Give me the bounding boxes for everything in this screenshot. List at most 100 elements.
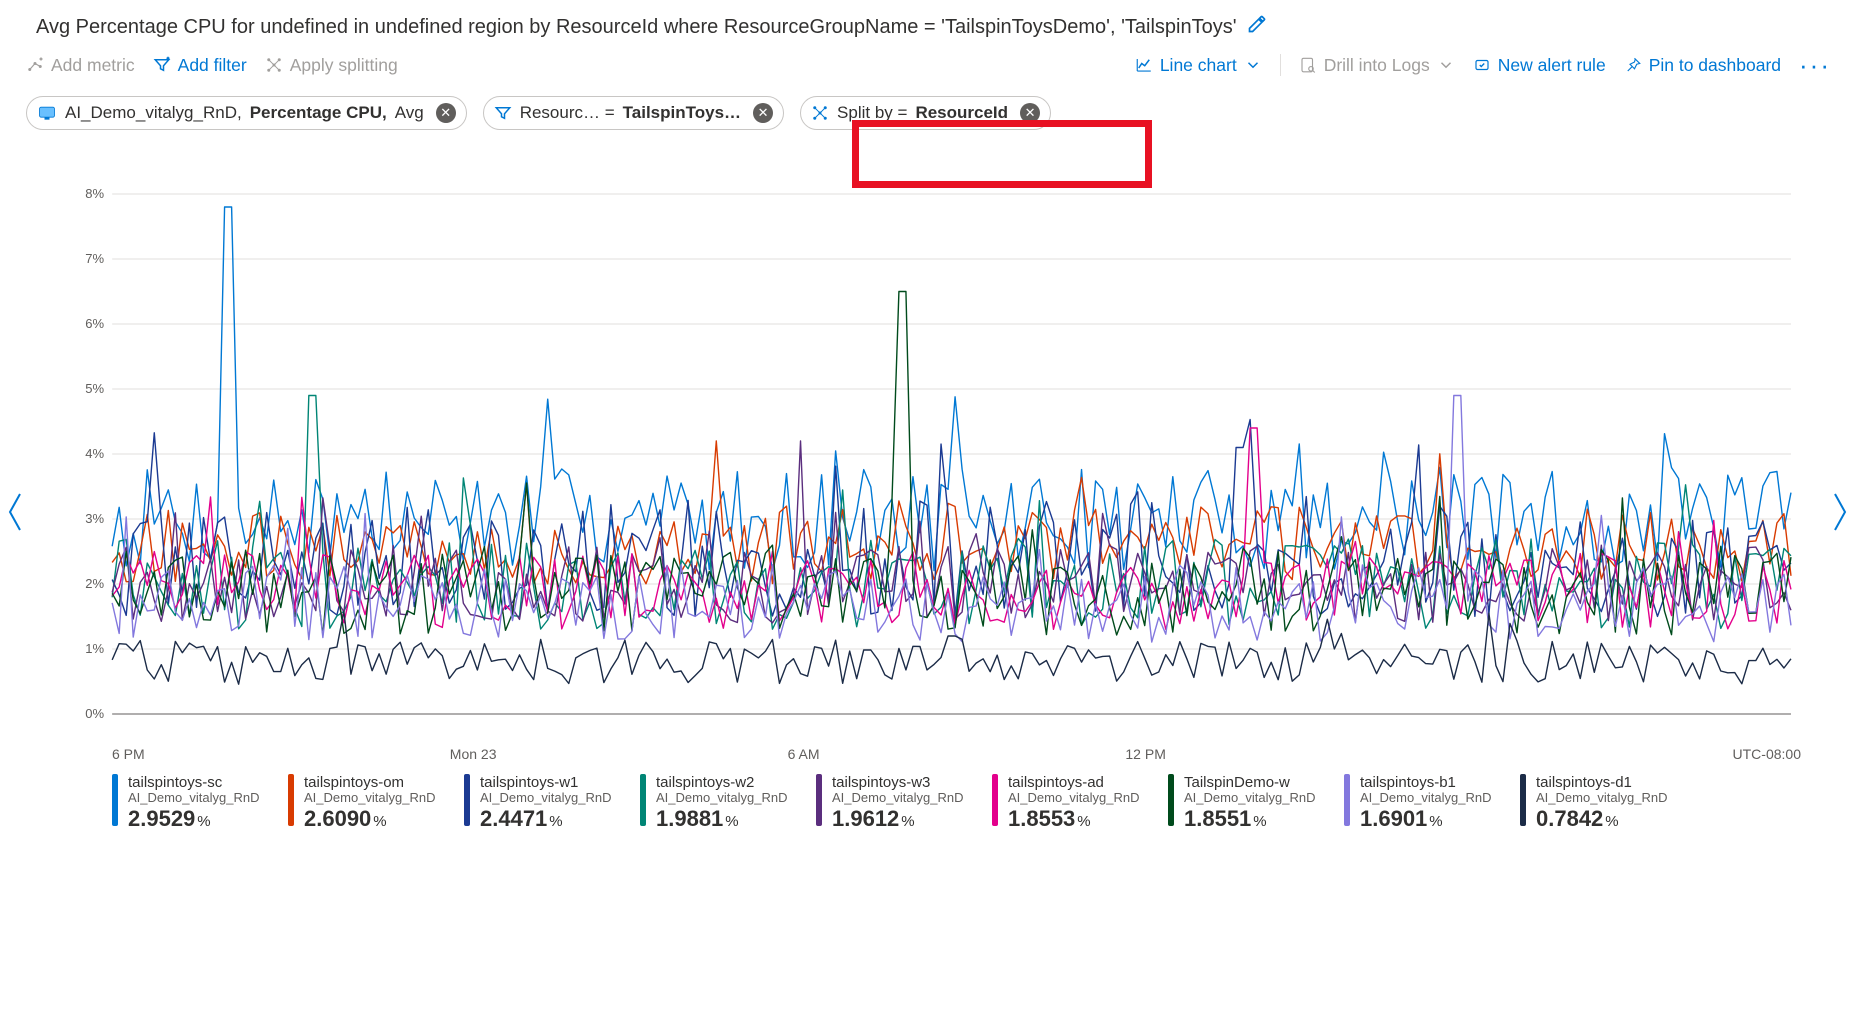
legend-series-value: 2.6090%	[304, 806, 436, 831]
pin-dashboard-button[interactable]: Pin to dashboard	[1624, 55, 1781, 76]
legend-color-swatch	[1344, 774, 1350, 826]
legend-series-name: tailspintoys-om	[304, 774, 436, 791]
next-chart-button[interactable]	[1825, 488, 1855, 536]
legend-series-value: 1.9612%	[832, 806, 964, 831]
divider	[1280, 54, 1281, 76]
svg-text:1%: 1%	[85, 641, 104, 656]
legend-series-name: tailspintoys-d1	[1536, 774, 1668, 791]
legend-item[interactable]: tailspintoys-b1AI_Demo_vitalyg_RnD1.6901…	[1344, 774, 1494, 831]
svg-text:3%: 3%	[85, 511, 104, 526]
filter-pill[interactable]: Resourc… = TailspinToys… ✕	[483, 96, 784, 130]
legend-item[interactable]: tailspintoys-omAI_Demo_vitalyg_RnD2.6090…	[288, 774, 438, 831]
legend-series-sub: AI_Demo_vitalyg_RnD	[304, 791, 436, 806]
legend-series-value: 1.6901%	[1360, 806, 1492, 831]
legend-series-sub: AI_Demo_vitalyg_RnD	[1184, 791, 1316, 806]
legend-series-name: TailspinDemo-w	[1184, 774, 1316, 791]
legend-color-swatch	[640, 774, 646, 826]
prev-chart-button[interactable]	[2, 488, 32, 536]
query-pills-row: AI_Demo_vitalyg_RnD, Percentage CPU, Avg…	[26, 86, 1831, 134]
legend-item[interactable]: tailspintoys-d1AI_Demo_vitalyg_RnD0.7842…	[1520, 774, 1670, 831]
chart-area: 0%1%2%3%4%5%6%7%8% 6 PMMon 236 AM12 PMUT…	[56, 184, 1801, 804]
apply-splitting-label: Apply splitting	[290, 55, 398, 76]
legend-series-value: 0.7842%	[1536, 806, 1668, 831]
legend-series-name: tailspintoys-w3	[832, 774, 964, 791]
pin-icon	[1624, 56, 1642, 74]
svg-text:8%: 8%	[85, 186, 104, 201]
add-metric-button[interactable]: Add metric	[26, 55, 135, 76]
legend-series-value: 1.9881%	[656, 806, 788, 831]
split-label: Split by =	[837, 103, 907, 123]
legend-color-swatch	[1520, 774, 1526, 826]
legend-series-sub: AI_Demo_vitalyg_RnD	[656, 791, 788, 806]
add-metric-icon	[26, 56, 44, 74]
svg-text:7%: 7%	[85, 251, 104, 266]
scope-icon	[37, 103, 57, 123]
legend-series-sub: AI_Demo_vitalyg_RnD	[1008, 791, 1140, 806]
x-tick: Mon 23	[450, 746, 788, 762]
drill-logs-button[interactable]: Drill into Logs	[1299, 55, 1455, 76]
remove-filter-button[interactable]: ✕	[753, 103, 773, 123]
legend-series-value: 1.8551%	[1184, 806, 1316, 831]
chart-type-dropdown[interactable]: Line chart	[1135, 55, 1262, 76]
legend-color-swatch	[1168, 774, 1174, 826]
filter-value: TailspinToys…	[623, 103, 741, 123]
split-pill[interactable]: Split by = ResourceId ✕	[800, 96, 1051, 130]
remove-metric-button[interactable]: ✕	[436, 103, 456, 123]
legend-item[interactable]: tailspintoys-w3AI_Demo_vitalyg_RnD1.9612…	[816, 774, 966, 831]
add-filter-icon	[153, 56, 171, 74]
add-filter-button[interactable]: Add filter	[153, 55, 247, 76]
legend-series-value: 1.8553%	[1008, 806, 1140, 831]
legend-series-sub: AI_Demo_vitalyg_RnD	[1360, 791, 1492, 806]
metric-pill[interactable]: AI_Demo_vitalyg_RnD, Percentage CPU, Avg…	[26, 96, 467, 130]
chevron-down-icon	[1244, 56, 1262, 74]
legend-series-name: tailspintoys-w1	[480, 774, 612, 791]
split-icon	[811, 104, 829, 122]
svg-text:2%: 2%	[85, 576, 104, 591]
legend-series-value: 2.4471%	[480, 806, 612, 831]
chart-title-row: Avg Percentage CPU for undefined in unde…	[26, 6, 1831, 48]
chart-toolbar: Add metric Add filter Apply splitting Li…	[26, 48, 1831, 86]
x-tick: UTC-08:00	[1733, 746, 1801, 762]
line-chart-icon	[1135, 56, 1153, 74]
split-value: ResourceId	[915, 103, 1008, 123]
remove-split-button[interactable]: ✕	[1020, 103, 1040, 123]
add-metric-label: Add metric	[51, 55, 135, 76]
legend-series-name: tailspintoys-sc	[128, 774, 260, 791]
apply-splitting-button[interactable]: Apply splitting	[265, 55, 398, 76]
new-alert-rule-label: New alert rule	[1498, 55, 1606, 76]
metric-agg: Avg	[395, 103, 424, 123]
x-tick: 6 AM	[788, 746, 1126, 762]
edit-title-icon[interactable]	[1247, 14, 1267, 40]
legend-series-name: tailspintoys-ad	[1008, 774, 1140, 791]
legend-series-sub: AI_Demo_vitalyg_RnD	[480, 791, 612, 806]
metrics-explorer-frame: Avg Percentage CPU for undefined in unde…	[0, 0, 1857, 1023]
x-tick: 12 PM	[1125, 746, 1463, 762]
line-chart[interactable]: 0%1%2%3%4%5%6%7%8%	[56, 184, 1801, 744]
legend-color-swatch	[288, 774, 294, 826]
legend-series-name: tailspintoys-w2	[656, 774, 788, 791]
new-alert-rule-button[interactable]: New alert rule	[1473, 55, 1606, 76]
legend-item[interactable]: tailspintoys-w1AI_Demo_vitalyg_RnD2.4471…	[464, 774, 614, 831]
metric-name: Percentage CPU,	[250, 103, 387, 123]
filter-label: Resourc… =	[520, 103, 615, 123]
more-menu-button[interactable]: ···	[1799, 60, 1831, 70]
svg-text:6%: 6%	[85, 316, 104, 331]
alert-icon	[1473, 56, 1491, 74]
x-tick: 6 PM	[112, 746, 450, 762]
legend-color-swatch	[112, 774, 118, 826]
legend-item[interactable]: tailspintoys-adAI_Demo_vitalyg_RnD1.8553…	[992, 774, 1142, 831]
legend-item[interactable]: tailspintoys-w2AI_Demo_vitalyg_RnD1.9881…	[640, 774, 790, 831]
drill-logs-label: Drill into Logs	[1324, 55, 1430, 76]
legend-item[interactable]: TailspinDemo-wAI_Demo_vitalyg_RnD1.8551%	[1168, 774, 1318, 831]
drill-logs-icon	[1299, 56, 1317, 74]
chevron-down-icon	[1437, 56, 1455, 74]
filter-icon	[494, 104, 512, 122]
chart-type-label: Line chart	[1160, 55, 1237, 76]
legend-item[interactable]: tailspintoys-scAI_Demo_vitalyg_RnD2.9529…	[112, 774, 262, 831]
legend-series-sub: AI_Demo_vitalyg_RnD	[832, 791, 964, 806]
split-icon	[265, 56, 283, 74]
metric-scope: AI_Demo_vitalyg_RnD,	[65, 103, 242, 123]
svg-text:4%: 4%	[85, 446, 104, 461]
chart-title: Avg Percentage CPU for undefined in unde…	[36, 16, 1237, 39]
legend-color-swatch	[816, 774, 822, 826]
